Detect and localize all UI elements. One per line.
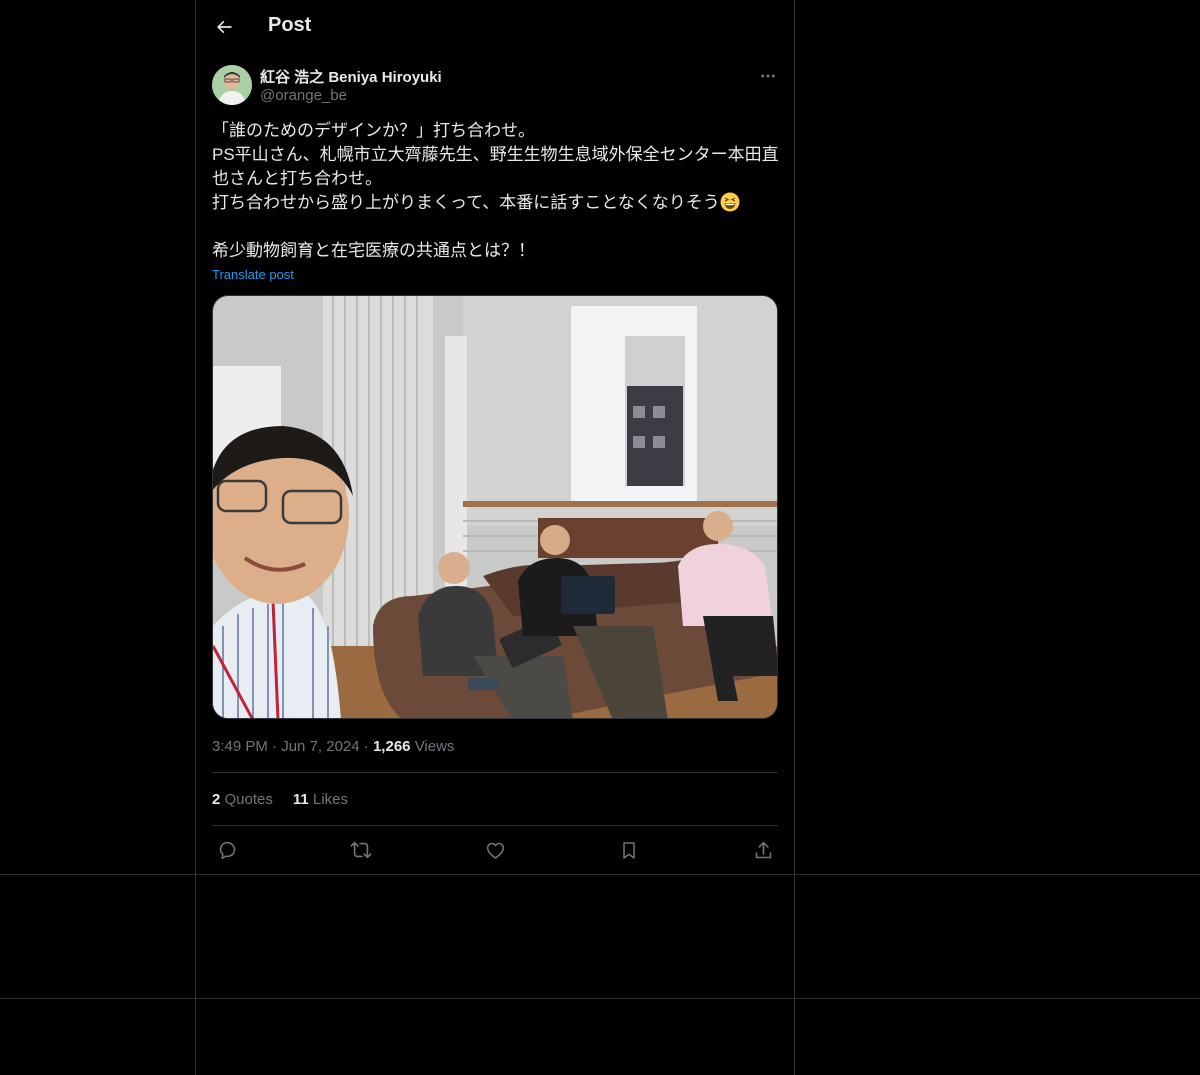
back-arrow-icon [217, 20, 232, 34]
photo-image [213, 296, 777, 718]
share-button[interactable] [751, 838, 775, 862]
likes-count: 11 [292, 791, 309, 808]
more-button[interactable] [758, 66, 778, 86]
quotes-count: 2 [212, 791, 221, 808]
repost-icon [350, 841, 372, 859]
repost-button[interactable] [349, 838, 373, 862]
author-name[interactable]: 紅谷 浩之 Beniya Hiroyuki [260, 66, 442, 87]
page-title: Post [268, 14, 312, 36]
divider [212, 825, 778, 826]
more-icon [761, 74, 775, 78]
bookmark-button[interactable] [617, 838, 641, 862]
avatar[interactable] [212, 65, 252, 105]
post-text-tail: 希少動物飼育と在宅医療の共通点とは？！ [212, 241, 535, 260]
post-author: 紅谷 浩之 Beniya Hiroyuki @orange_be [212, 64, 778, 108]
action-bar [212, 838, 778, 862]
grinning-squinting-face-icon [720, 192, 740, 212]
share-icon [755, 841, 771, 858]
post-date[interactable]: Jun 7, 2024 [281, 738, 359, 755]
quotes-stat[interactable]: 2 Quotes [212, 791, 273, 808]
likes-stat[interactable]: 11 Likes [293, 791, 348, 808]
post-text-main: 「誰のためのデザインか？」打ち合わせ。 PS平山さん、札幌市立大齊藤先生、野生生… [212, 121, 779, 212]
reply-icon [219, 841, 235, 859]
likes-label: Likes [312, 791, 348, 808]
translate-post-link[interactable]: Translate post [212, 267, 294, 282]
post-time[interactable]: 3:49 PM [212, 738, 268, 755]
post-stats: 2 Quotes 11 Likes [212, 791, 348, 808]
back-button[interactable] [212, 14, 236, 40]
post-photo[interactable] [212, 295, 778, 719]
author-handle[interactable]: @orange_be [260, 87, 347, 104]
post-meta: 3:49 PM · Jun 7, 2024 · 1,266 Views [212, 738, 454, 755]
like-button[interactable] [483, 838, 507, 862]
avatar-image [212, 65, 252, 105]
bottom-separator [0, 998, 1200, 999]
like-icon [486, 842, 504, 859]
divider [212, 772, 778, 773]
bookmark-icon [623, 841, 635, 859]
post-text: 「誰のためのデザインか？」打ち合わせ。 PS平山さん、札幌市立大齊藤先生、野生生… [212, 119, 782, 263]
post-header: Post [196, 0, 794, 54]
reply-button[interactable] [215, 838, 239, 862]
column-separator [0, 874, 1200, 875]
meta-separator: · [272, 738, 282, 755]
meta-separator: · [363, 738, 373, 755]
views-label: Views [414, 738, 455, 755]
quotes-label: Quotes [224, 791, 273, 808]
views-count: 1,266 [372, 738, 411, 755]
